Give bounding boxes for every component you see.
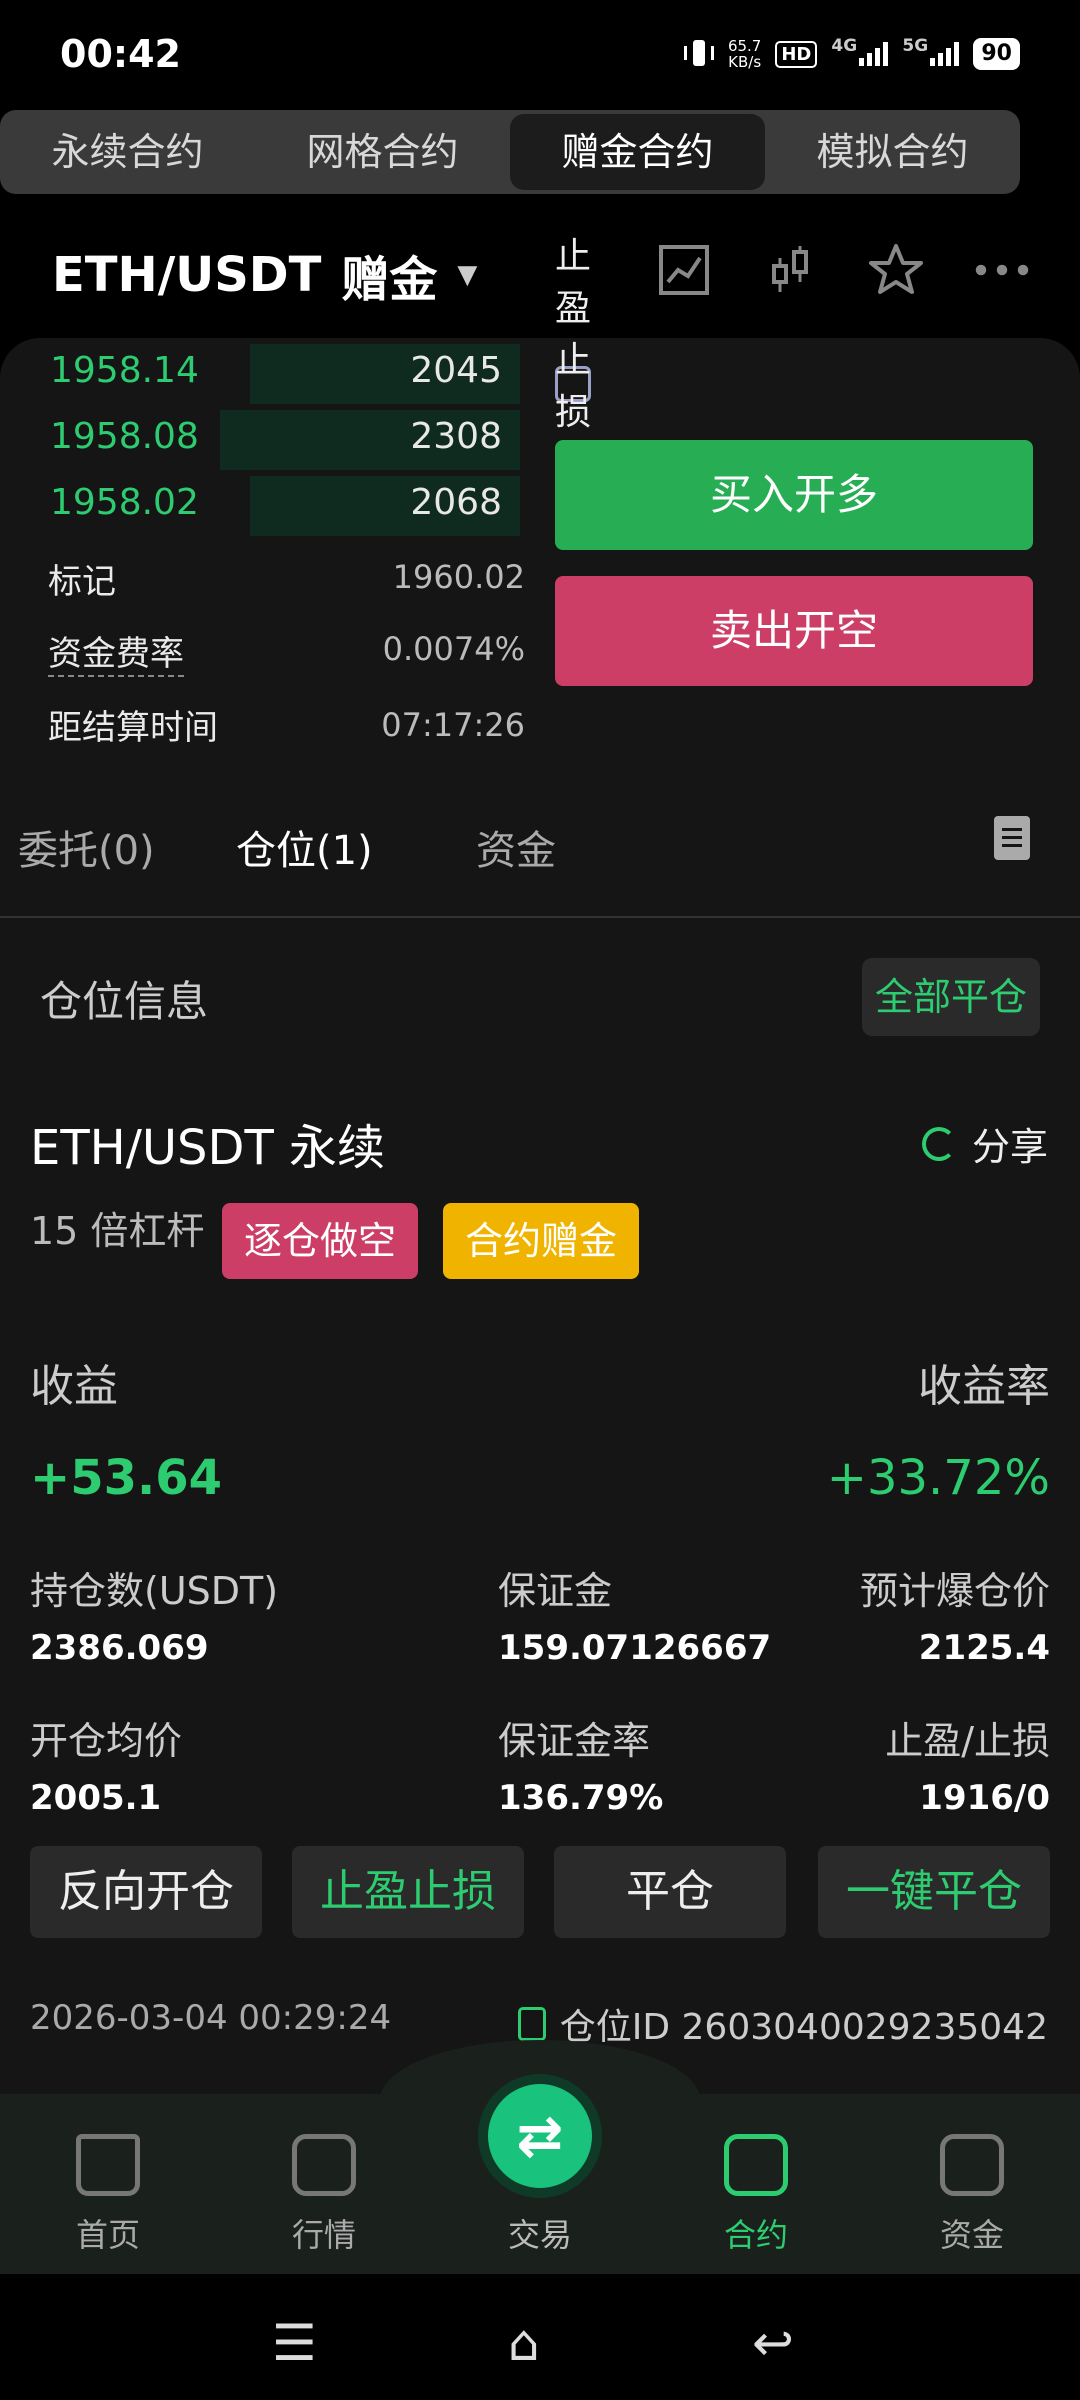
tab-bonus[interactable]: 赠金合约 — [510, 114, 765, 190]
close-all-button[interactable]: 全部平仓 — [862, 958, 1040, 1036]
margin-value: 159.07126667 — [498, 1628, 772, 1668]
sell-short-button[interactable]: 卖出开空 — [555, 576, 1033, 686]
liq-price-value: 2125.4 — [918, 1628, 1050, 1668]
nav-assets[interactable]: 资金 — [912, 2134, 1032, 2256]
position-symbol: ETH/USDT 永续 — [30, 1120, 386, 1176]
chart-icon[interactable] — [656, 242, 712, 298]
buy-long-button[interactable]: 买入开多 — [555, 440, 1033, 550]
quick-close-button[interactable]: 一键平仓 — [818, 1846, 1050, 1938]
battery-icon: 90 — [973, 38, 1020, 70]
pair-bar: ETH/USDT 赠金 ▼ — [0, 220, 1080, 320]
size-label: 持仓数(USDT) — [30, 1569, 279, 1613]
nav-contract[interactable]: 合约 — [696, 2134, 816, 2256]
trade-button[interactable]: ⇄ — [488, 2084, 592, 2188]
tpsl-button[interactable]: 止盈止损 — [292, 1846, 524, 1938]
order-book-row[interactable]: 1958.02 2068 — [0, 470, 530, 536]
position-tabs: 委托(0) 仓位(1) 资金 — [0, 778, 1080, 918]
hd-icon: HD — [775, 40, 818, 68]
order-book-row[interactable]: 1958.14 2045 — [0, 338, 530, 404]
caret-down-icon: ▼ — [457, 260, 478, 290]
nav-home[interactable]: 首页 — [48, 2134, 168, 2256]
nav-market[interactable]: 行情 — [264, 2134, 384, 2256]
funding-rate-value: 0.0074% — [382, 630, 525, 668]
wallet-icon — [940, 2134, 1004, 2196]
home-system-icon[interactable]: ⌂ — [508, 2314, 540, 2372]
tab-perpetual[interactable]: 永续合约 — [0, 110, 255, 194]
tab-demo[interactable]: 模拟合约 — [765, 110, 1020, 194]
position-info-title: 仓位信息 — [40, 977, 209, 1026]
order-book: 1958.14 2045 1958.08 2308 1958.02 2068 — [0, 338, 530, 536]
margin-label: 保证金 — [498, 1569, 613, 1613]
settlement-time-value: 07:17:26 — [381, 706, 525, 744]
pnl-rate-value: +33.72% — [826, 1450, 1050, 1506]
star-icon[interactable] — [868, 242, 924, 298]
share-button[interactable]: 分享 — [921, 1116, 1048, 1171]
position-id[interactable]: 仓位ID 2603040029235042 — [517, 1998, 1048, 2050]
funding-rate-label[interactable]: 资金费率 — [48, 626, 184, 677]
type-badge: 合约赠金 — [443, 1203, 639, 1279]
tab-grid[interactable]: 网格合约 — [255, 110, 510, 194]
document-icon[interactable] — [994, 816, 1030, 860]
size-value: 2386.069 — [30, 1628, 209, 1668]
signal-5g-icon: 5G — [902, 36, 960, 66]
liq-price-label: 预计爆仓价 — [859, 1569, 1050, 1613]
tab-positions[interactable]: 仓位(1) — [236, 818, 373, 876]
position-timestamp: 2026-03-04 00:29:24 — [30, 1998, 392, 2038]
pair-selector[interactable]: ETH/USDT 赠金 ▼ — [52, 240, 477, 310]
settlement-time-label: 距结算时间 — [48, 708, 218, 748]
close-position-button[interactable]: 平仓 — [554, 1846, 786, 1938]
pair-tag: 赠金 — [341, 252, 438, 308]
reverse-position-button[interactable]: 反向开仓 — [30, 1846, 262, 1938]
more-icon[interactable] — [974, 242, 1030, 298]
status-bar: 00:42 65.7 KB/s HD 4G 5G 90 — [0, 0, 1080, 105]
pair-name: ETH/USDT — [52, 247, 322, 303]
pnl-rate-label: 收益率 — [918, 1361, 1050, 1412]
side-badge: 逐仓做空 — [222, 1203, 418, 1279]
tpsl-value: 1916/0 — [919, 1778, 1050, 1818]
home-icon — [76, 2134, 140, 2196]
vibrate-icon — [683, 36, 714, 72]
signal-4g-icon: 4G — [831, 36, 889, 66]
margin-rate-value: 136.79% — [498, 1778, 664, 1818]
order-book-row[interactable]: 1958.08 2308 — [0, 404, 530, 470]
contract-icon — [724, 2134, 788, 2196]
copy-icon — [517, 2007, 546, 2041]
mark-price-value: 1960.02 — [392, 558, 525, 596]
clock: 00:42 — [60, 32, 181, 76]
market-icon — [292, 2134, 356, 2196]
leverage-label: 15 倍杠杆 — [30, 1209, 205, 1253]
system-nav-bar: ☰ ⌂ ↩ — [0, 2274, 1080, 2400]
pnl-value: +53.64 — [30, 1450, 223, 1506]
status-icons: 65.7 KB/s HD 4G 5G 90 — [683, 32, 1020, 76]
share-icon — [921, 1126, 956, 1161]
mark-price-label: 标记 — [48, 562, 116, 602]
candlestick-icon[interactable] — [762, 242, 818, 298]
network-speed: 65.7 KB/s — [727, 37, 762, 71]
back-icon[interactable]: ↩ — [752, 2314, 794, 2372]
pnl-label: 收益 — [30, 1361, 118, 1412]
entry-price-value: 2005.1 — [30, 1778, 162, 1818]
contract-type-tabs: 永续合约 网格合约 赠金合约 模拟合约 — [0, 110, 1020, 194]
tab-funds[interactable]: 资金 — [476, 818, 556, 876]
entry-price-label: 开仓均价 — [30, 1719, 183, 1763]
tab-orders[interactable]: 委托(0) — [18, 818, 155, 876]
menu-icon[interactable]: ☰ — [272, 2314, 317, 2372]
nav-trade-label[interactable]: 交易 — [480, 2210, 600, 2256]
tpsl-setting[interactable]: 止盈止损设置 — [555, 236, 592, 541]
margin-rate-label: 保证金率 — [498, 1719, 651, 1763]
tpsl-label: 止盈/止损 — [885, 1719, 1050, 1763]
